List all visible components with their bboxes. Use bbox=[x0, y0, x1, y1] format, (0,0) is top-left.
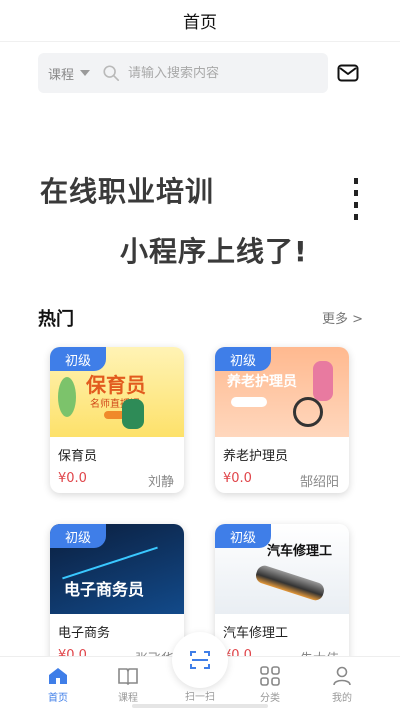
home-icon bbox=[49, 668, 67, 684]
scan-button[interactable] bbox=[172, 632, 228, 688]
course-card-qichexiuli[interactable]: 汽车修理工 初级 汽车修理工 ¥0.0 朱大伟 bbox=[215, 524, 349, 670]
tab-home-label: 首页 bbox=[48, 693, 68, 704]
trend-line-decoration bbox=[62, 546, 158, 580]
course-teacher: 刘静 bbox=[147, 475, 174, 490]
book-icon bbox=[118, 668, 138, 686]
page-title: 首页 bbox=[183, 13, 217, 33]
course-price: ¥0.0 bbox=[223, 471, 252, 486]
category-dropdown[interactable]: 课程 bbox=[48, 64, 91, 83]
course-teacher: 郜绍阳 bbox=[299, 475, 339, 490]
chevron-down-icon bbox=[80, 70, 91, 76]
course-card-dianzishangwu[interactable]: 电子商务员 初级 电子商务 ¥0.0 张飞华 bbox=[50, 524, 184, 670]
hot-section-title: 热门 bbox=[38, 309, 74, 330]
thumbnail-title: 汽车修理工 bbox=[267, 544, 333, 559]
promo-banner[interactable]: 在线职业培训 小程序上线了! bbox=[0, 150, 400, 280]
course-name: 保育员 bbox=[58, 449, 98, 464]
home-indicator bbox=[132, 704, 268, 708]
grid-icon bbox=[260, 666, 280, 686]
tab-category[interactable]: 分类 bbox=[240, 665, 300, 704]
thumbnail-title: 电子商务员 bbox=[64, 580, 145, 599]
user-icon bbox=[333, 666, 351, 686]
wheelchair-illustration bbox=[293, 397, 323, 427]
banner-line2: 小程序上线了! bbox=[120, 235, 308, 268]
tab-category-label: 分类 bbox=[260, 693, 280, 704]
search-icon bbox=[103, 65, 120, 82]
illustration-figure bbox=[122, 399, 144, 429]
course-name: 电子商务 bbox=[58, 626, 111, 641]
level-badge: 初级 bbox=[215, 524, 271, 548]
leaf-decoration bbox=[58, 377, 76, 417]
banner-line1: 在线职业培训 bbox=[40, 175, 215, 208]
tab-home[interactable]: 首页 bbox=[28, 665, 88, 704]
course-name: 养老护理员 bbox=[223, 449, 289, 464]
more-link[interactable]: 更多 > bbox=[322, 308, 363, 327]
tab-mine-label: 我的 bbox=[332, 693, 352, 704]
tab-scan-label: 扫一扫 bbox=[185, 692, 215, 703]
thumbnail-title: 保育员 bbox=[86, 373, 146, 397]
level-badge: 初级 bbox=[215, 347, 271, 371]
course-card-yanglao[interactable]: 养老护理员 初级 养老护理员 ¥0.0 郜绍阳 bbox=[215, 347, 349, 493]
scan-icon bbox=[190, 651, 210, 669]
course-price: ¥0.0 bbox=[58, 471, 87, 486]
thumbnail-button bbox=[231, 397, 267, 407]
car-part-illustration bbox=[253, 563, 327, 603]
tab-course[interactable]: 课程 bbox=[98, 665, 158, 704]
search-input[interactable] bbox=[128, 65, 289, 81]
decoration-icon bbox=[354, 178, 358, 220]
tab-mine[interactable]: 我的 bbox=[312, 665, 372, 704]
level-badge: 初级 bbox=[50, 347, 106, 371]
category-label: 课程 bbox=[48, 67, 75, 83]
thumbnail-title: 养老护理员 bbox=[227, 374, 297, 390]
tab-course-label: 课程 bbox=[118, 693, 138, 704]
search-bar[interactable]: 课程 bbox=[38, 53, 328, 93]
top-bar: 首页 bbox=[0, 0, 400, 42]
course-name: 汽车修理工 bbox=[223, 626, 289, 641]
caregiver-illustration bbox=[313, 361, 333, 401]
level-badge: 初级 bbox=[50, 524, 106, 548]
mail-icon[interactable] bbox=[337, 63, 359, 83]
course-card-baoyuyuan[interactable]: 保育员 名师直播课 初级 保育员 ¥0.0 刘静 bbox=[50, 347, 184, 493]
